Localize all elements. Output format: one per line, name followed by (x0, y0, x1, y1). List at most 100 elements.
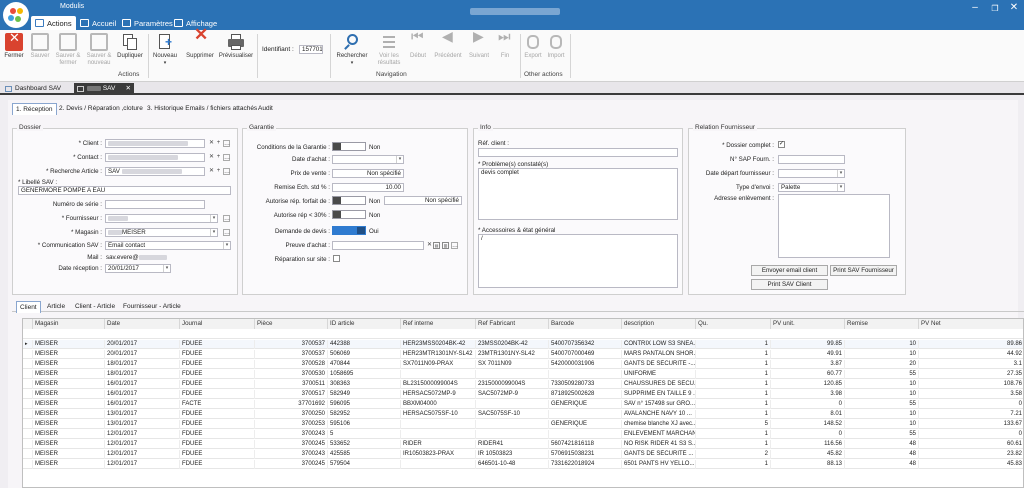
new-button[interactable]: + Nouveau ▾ (152, 33, 178, 67)
preview-button[interactable]: Prévisualiser (218, 33, 254, 60)
next-button[interactable]: ▶ Suivant (466, 29, 492, 60)
column-header[interactable]: Qu. (696, 319, 771, 329)
probleme-textarea[interactable]: devis complet (478, 168, 678, 220)
remise-input[interactable]: 10.00 (332, 183, 404, 192)
tab-close-icon[interactable]: ✕ (126, 84, 131, 92)
preuve-achat-input[interactable] (332, 241, 424, 250)
mail-value[interactable]: sav.evere@ (106, 254, 167, 261)
tab-historique[interactable]: 3. Historique Emails / fichiers attachés (144, 103, 260, 114)
first-button[interactable]: ⏮ Début (406, 29, 430, 60)
conditions-garantie-toggle[interactable] (332, 142, 366, 151)
browse-preuve-icon[interactable]: … (451, 242, 458, 249)
column-header[interactable]: Magasin (33, 319, 105, 329)
row-indicator[interactable] (23, 430, 33, 439)
row-indicator[interactable] (23, 420, 33, 429)
row-indicator[interactable] (23, 440, 33, 449)
bottom-tab-client[interactable]: Client (16, 301, 41, 313)
clear-client-icon[interactable]: ✕ (208, 140, 215, 147)
row-indicator[interactable] (23, 350, 33, 359)
row-indicator[interactable] (23, 460, 33, 469)
reparation-site-checkbox[interactable] (333, 255, 340, 262)
table-row[interactable]: MEISER 18/01/2017 FDUEE 3700528 470844 SX7011… (23, 360, 1023, 369)
tab-devis-reparation[interactable]: 2. Devis / Réparation ,cloture (56, 103, 146, 114)
print-sav-client-button[interactable]: Print SAV Client (751, 279, 828, 290)
save-close-button[interactable]: Sauver & fermer (55, 33, 81, 67)
minimize-icon[interactable]: – (966, 2, 984, 13)
column-header[interactable]: Journal (180, 319, 255, 329)
accessoires-textarea[interactable]: / (478, 234, 678, 288)
table-row[interactable]: MEISER 16/01/2017 FACTE 37701692 596095 BBXM0… (23, 400, 1023, 409)
add-contact-icon[interactable]: + (215, 154, 222, 161)
clear-article-icon[interactable]: ✕ (208, 168, 215, 175)
row-indicator[interactable] (23, 410, 33, 419)
filter-row[interactable] (23, 329, 1023, 339)
date-depart-input[interactable]: ▾ (778, 169, 845, 178)
identifiant-input[interactable]: 157701 (299, 45, 323, 54)
browse-article-icon[interactable]: … (223, 168, 230, 175)
sap-fourn-input[interactable] (778, 155, 845, 164)
export-button[interactable]: Export (522, 33, 544, 60)
browse-magasin-icon[interactable]: … (223, 229, 230, 236)
maximize-icon[interactable]: ❐ (986, 4, 1004, 13)
prix-vente-input[interactable]: Non spécifié (332, 169, 404, 178)
adresse-enlevement-textarea[interactable] (778, 194, 890, 258)
browse-contact-icon[interactable]: … (223, 154, 230, 161)
client-input[interactable] (105, 139, 205, 148)
import-button[interactable]: Import (545, 33, 567, 60)
browse-client-icon[interactable]: … (223, 140, 230, 147)
table-row[interactable]: MEISER 13/01/2017 FDUEE 3700253 595106 GENERI… (23, 420, 1023, 429)
table-row[interactable]: MEISER 12/01/2017 FDUEE 3700245 533652 RIDER R… (23, 440, 1023, 449)
row-indicator[interactable] (23, 360, 33, 369)
column-header[interactable]: PV unit. (771, 319, 845, 329)
contact-input[interactable] (105, 153, 205, 162)
column-header[interactable]: PV Net (919, 319, 1023, 329)
dossier-complet-checkbox[interactable]: ✓ (778, 141, 785, 148)
save-new-button[interactable]: Sauver & nouveau (84, 33, 114, 67)
forfait-toggle[interactable] (332, 196, 366, 205)
row-indicator[interactable] (23, 400, 33, 409)
add-client-icon[interactable]: + (215, 140, 222, 147)
bottom-tab-client-article[interactable]: Client - Article (72, 301, 118, 312)
scan-icon[interactable]: ▤ (433, 242, 440, 249)
row-indicator[interactable] (23, 390, 33, 399)
add-article-icon[interactable]: + (215, 168, 222, 175)
table-row[interactable]: MEISER 12/01/2017 FDUEE 3700245 579504 646501… (23, 460, 1023, 469)
envoyer-email-client-button[interactable]: Envoyer email client (751, 265, 828, 276)
ribbon-tab-parametres[interactable]: Paramètres (118, 16, 177, 30)
ribbon-tab-actions[interactable]: Actions (31, 16, 76, 30)
delete-button[interactable]: ✕ Supprimer (184, 26, 216, 60)
duplicate-button[interactable]: Dupliquer (116, 33, 144, 60)
row-indicator[interactable]: ▸ (23, 340, 33, 349)
results-button[interactable]: Voir les résultats (374, 33, 404, 67)
ribbon-tab-accueil[interactable]: Accueil (76, 16, 120, 30)
magasin-select[interactable]: MEISER ▾ (105, 228, 218, 237)
close-button[interactable]: ✕ Fermer (2, 31, 26, 60)
ref-client-input[interactable] (478, 148, 678, 157)
column-header[interactable]: Ref interne (401, 319, 476, 329)
rep30-toggle[interactable] (332, 210, 366, 219)
save-button[interactable]: Sauver (28, 33, 52, 60)
tab-audit[interactable]: Audit (255, 103, 276, 114)
table-row[interactable]: MEISER 12/01/2017 FDUEE 3700243 425585 IR1050… (23, 450, 1023, 459)
doc-tab-dashboard-sav[interactable]: Dashboard SAV (2, 83, 67, 95)
browse-fournisseur-icon[interactable]: … (223, 215, 230, 222)
table-row[interactable]: MEISER 13/01/2017 FDUEE 3700250 582952 HERSAC… (23, 410, 1023, 419)
serie-input[interactable] (105, 200, 205, 209)
table-row[interactable]: MEISER 12/01/2017 FDUEE 3700243 5 ENLEVEMENT … (23, 430, 1023, 439)
column-header[interactable]: Ref Fabricant (476, 319, 549, 329)
attach-file-icon[interactable]: ▥ (442, 242, 449, 249)
bottom-tab-fournisseur-article[interactable]: Fournisseur - Article (120, 301, 184, 312)
forfait-input[interactable]: Non spécifié (384, 196, 462, 205)
previous-button[interactable]: ◀ Précédent (432, 29, 464, 60)
search-button[interactable]: Rechercher ▾ (334, 33, 370, 67)
type-envoi-select[interactable]: Palette ▾ (778, 183, 845, 192)
fournisseur-select[interactable]: ▾ (105, 214, 218, 223)
table-row[interactable]: MEISER 18/01/2017 FDUEE 3700530 1058695 UNIFO… (23, 370, 1023, 379)
date-reception-input[interactable]: 20/01/2017 ▾ (105, 264, 171, 273)
demande-devis-toggle[interactable] (332, 226, 366, 235)
window-close-icon[interactable]: ✕ (1005, 2, 1023, 13)
clear-contact-icon[interactable]: ✕ (208, 154, 215, 161)
libelle-input[interactable]: GENERMORE POMPE A EAU (18, 186, 231, 195)
date-achat-input[interactable]: ▾ (332, 155, 404, 164)
last-button[interactable]: ⏭ Fin (494, 29, 516, 60)
